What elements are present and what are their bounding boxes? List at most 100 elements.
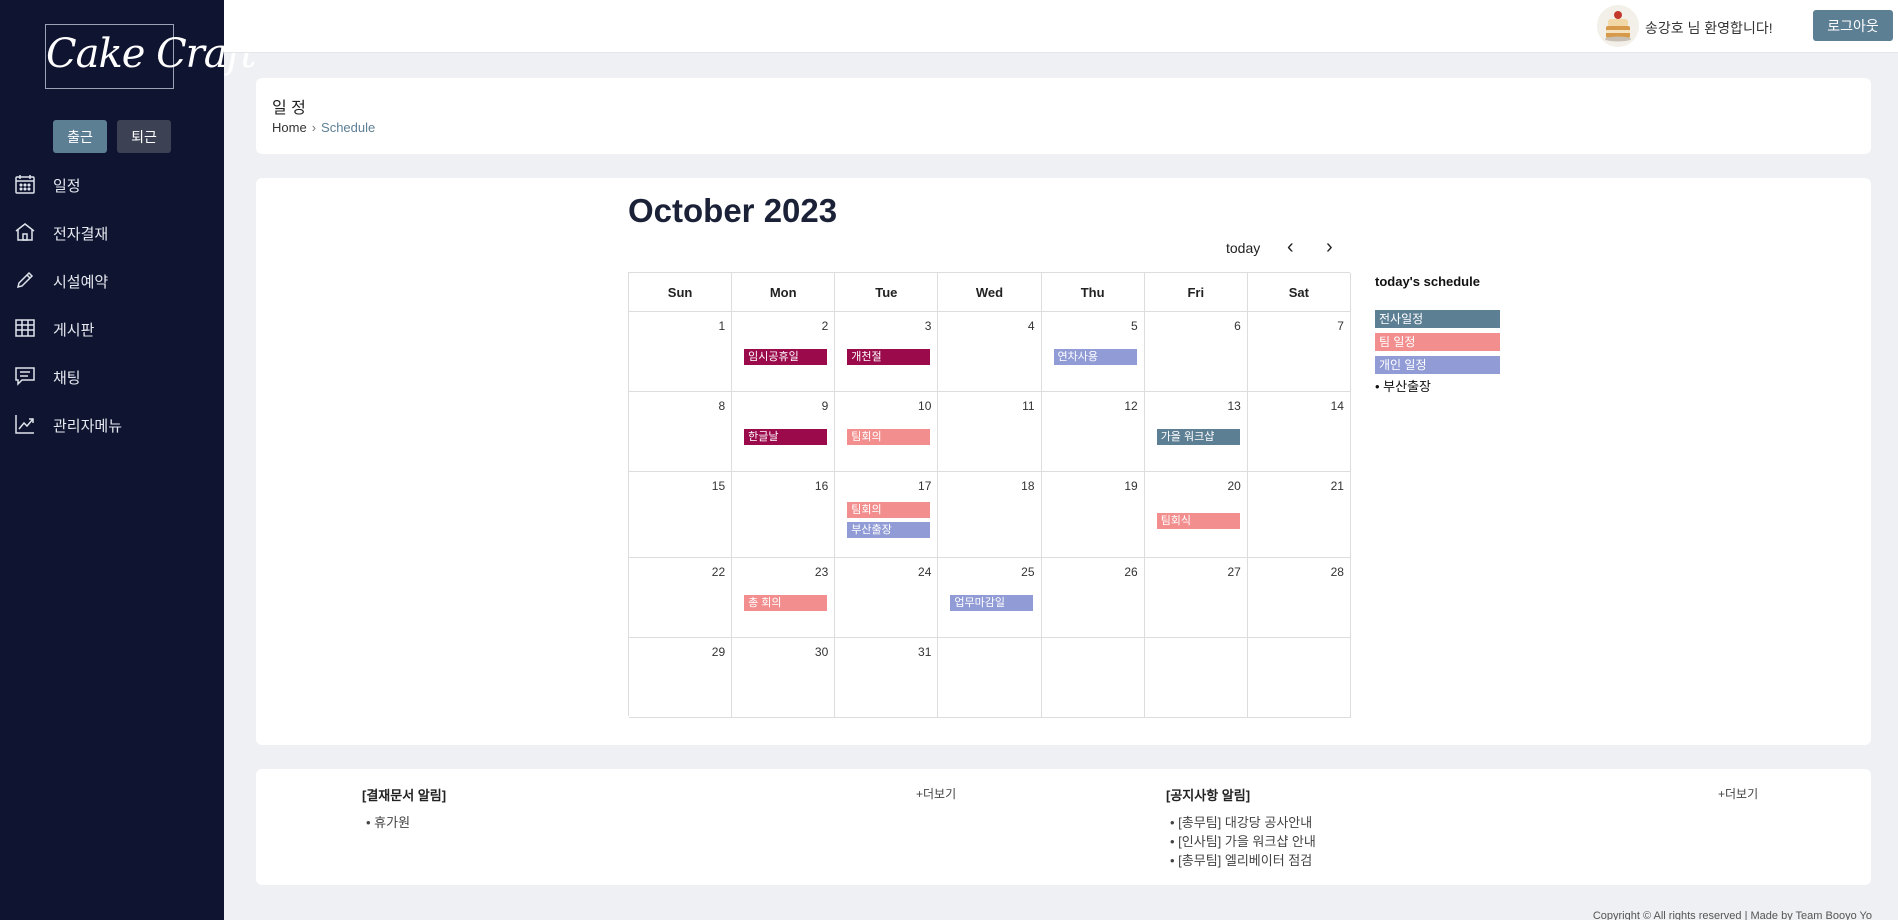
calendar-event[interactable]: 총 회의: [744, 595, 828, 611]
calendar-day-cell[interactable]: 23 총 회의: [732, 558, 836, 638]
sidebar-item-reservation[interactable]: 시설예약: [0, 260, 224, 300]
today-schedule-item[interactable]: • 부산출장: [1375, 376, 1431, 395]
calendar-event[interactable]: 팀회의: [847, 502, 931, 518]
logo[interactable]: Cake Craft: [45, 24, 257, 89]
day-number[interactable]: 13: [1227, 399, 1240, 413]
day-number[interactable]: 28: [1331, 565, 1344, 579]
day-number[interactable]: 16: [815, 479, 828, 493]
day-number[interactable]: 1: [718, 319, 725, 333]
sidebar-item-schedule[interactable]: 일정: [0, 164, 224, 204]
day-number[interactable]: 20: [1227, 479, 1240, 493]
sidebar-item-admin[interactable]: 관리자메뉴: [0, 404, 224, 444]
approval-more-link[interactable]: +더보기: [916, 785, 956, 802]
calendar-event[interactable]: 연차사용: [1053, 349, 1137, 365]
calendar-day-cell[interactable]: 26: [1041, 558, 1145, 638]
day-number[interactable]: 12: [1124, 399, 1137, 413]
calendar-day-cell[interactable]: 24: [835, 558, 939, 638]
clock-in-button[interactable]: 출근: [53, 120, 107, 153]
day-number[interactable]: 6: [1234, 319, 1241, 333]
notice-item[interactable]: • [총무팀] 대강당 공사안내: [1170, 812, 1312, 831]
day-number[interactable]: 14: [1331, 399, 1344, 413]
day-number[interactable]: 11: [1022, 399, 1034, 413]
notice-item[interactable]: • [총무팀] 엘리베이터 점검: [1170, 850, 1312, 869]
calendar-day-cell[interactable]: 10 팀회의: [835, 392, 939, 472]
calendar-day-cell[interactable]: [1144, 638, 1248, 718]
calendar-day-cell[interactable]: 12: [1041, 392, 1145, 472]
calendar-day-cell[interactable]: 25 업무마감일: [938, 558, 1042, 638]
day-number[interactable]: 21: [1331, 479, 1344, 493]
day-number[interactable]: 29: [712, 645, 725, 659]
calendar-day-cell[interactable]: [1041, 638, 1145, 718]
day-number[interactable]: 18: [1021, 479, 1034, 493]
calendar-day-cell[interactable]: 22: [629, 558, 733, 638]
day-number[interactable]: 7: [1337, 319, 1344, 333]
day-number[interactable]: 24: [918, 565, 931, 579]
day-number[interactable]: 19: [1124, 479, 1137, 493]
calendar-day-cell[interactable]: 7: [1247, 312, 1351, 392]
day-number[interactable]: 25: [1021, 565, 1034, 579]
avatar[interactable]: [1597, 5, 1639, 47]
breadcrumb-current: Schedule: [321, 120, 376, 135]
calendar-day-cell[interactable]: 13 가을 워크샵: [1144, 392, 1248, 472]
calendar-day-cell[interactable]: 20 팀회식: [1144, 472, 1248, 558]
calendar-event[interactable]: 임시공휴일: [744, 349, 828, 365]
calendar-day-cell[interactable]: 30: [732, 638, 836, 718]
calendar-day-cell[interactable]: 6: [1144, 312, 1248, 392]
calendar-event[interactable]: 가을 워크샵: [1156, 429, 1240, 445]
logout-button[interactable]: 로그아웃: [1813, 10, 1893, 41]
prev-month-button[interactable]: ‹: [1287, 236, 1294, 259]
calendar-day-cell[interactable]: [938, 638, 1042, 718]
day-number[interactable]: 30: [815, 645, 828, 659]
calendar-event[interactable]: 업무마감일: [950, 595, 1034, 611]
day-number[interactable]: 15: [712, 479, 725, 493]
calendar-day-cell[interactable]: 1: [629, 312, 733, 392]
sidebar-item-chat[interactable]: 채팅: [0, 356, 224, 396]
day-number[interactable]: 26: [1124, 565, 1137, 579]
day-number[interactable]: 10: [918, 399, 931, 413]
day-number[interactable]: 5: [1131, 319, 1138, 333]
day-number[interactable]: 22: [712, 565, 725, 579]
day-number[interactable]: 4: [1028, 319, 1035, 333]
calendar-day-cell[interactable]: 21: [1247, 472, 1351, 558]
day-number[interactable]: 27: [1227, 565, 1240, 579]
calendar-day-cell[interactable]: 19: [1041, 472, 1145, 558]
notice-more-link[interactable]: +더보기: [1718, 785, 1758, 802]
calendar-event[interactable]: 팀회식: [1156, 513, 1240, 529]
calendar-day-cell[interactable]: 28: [1247, 558, 1351, 638]
calendar-event[interactable]: 부산출장: [847, 522, 931, 538]
calendar-day-cell[interactable]: 2 임시공휴일: [732, 312, 836, 392]
calendar-day-cell[interactable]: 27: [1144, 558, 1248, 638]
calendar-day-cell[interactable]: 14: [1247, 392, 1351, 472]
day-number[interactable]: 17: [918, 479, 931, 493]
calendar-day-cell[interactable]: 8: [629, 392, 733, 472]
day-number[interactable]: 23: [815, 565, 828, 579]
clock-out-button[interactable]: 퇴근: [117, 120, 171, 153]
calendar-day-cell[interactable]: 9 한글날: [732, 392, 836, 472]
calendar-day-cell[interactable]: 29: [629, 638, 733, 718]
calendar-event[interactable]: 한글날: [744, 429, 828, 445]
day-number[interactable]: 8: [718, 399, 725, 413]
calendar-event[interactable]: 팀회의: [847, 429, 931, 445]
next-month-button[interactable]: ›: [1326, 236, 1333, 259]
calendar-day-cell[interactable]: 5 연차사용: [1041, 312, 1145, 392]
calendar-day-cell[interactable]: 4: [938, 312, 1042, 392]
calendar-day-cell[interactable]: 15: [629, 472, 733, 558]
calendar-day-cell[interactable]: 11: [938, 392, 1042, 472]
day-number[interactable]: 2: [822, 319, 829, 333]
today-button[interactable]: today: [1226, 240, 1260, 256]
calendar-day-cell[interactable]: [1247, 638, 1351, 718]
calendar-day-cell[interactable]: 3 개천절: [835, 312, 939, 392]
notice-item[interactable]: • [인사팀] 가을 워크샵 안내: [1170, 831, 1316, 850]
day-number[interactable]: 31: [918, 645, 931, 659]
day-number[interactable]: 9: [822, 399, 829, 413]
calendar-event[interactable]: 개천절: [847, 349, 931, 365]
approval-item[interactable]: • 휴가원: [366, 812, 410, 831]
sidebar-item-board[interactable]: 게시판: [0, 308, 224, 348]
day-number[interactable]: 3: [925, 319, 932, 333]
calendar-day-cell[interactable]: 16: [732, 472, 836, 558]
calendar-day-cell[interactable]: 31: [835, 638, 939, 718]
breadcrumb-home[interactable]: Home: [272, 120, 307, 135]
calendar-day-cell[interactable]: 17 팀회의부산출장: [835, 472, 939, 558]
sidebar-item-approval[interactable]: 전자결재: [0, 212, 224, 252]
calendar-day-cell[interactable]: 18: [938, 472, 1042, 558]
